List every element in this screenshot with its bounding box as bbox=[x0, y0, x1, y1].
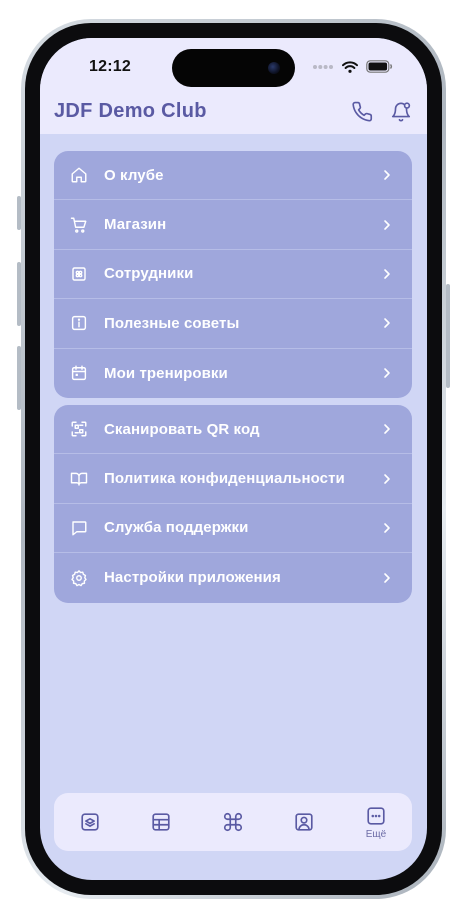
tab-profile[interactable] bbox=[284, 793, 324, 851]
volume-down-button bbox=[17, 346, 21, 410]
chevron-right-icon bbox=[384, 523, 390, 533]
menu-item-shop[interactable]: Магазин bbox=[54, 200, 412, 250]
menu-group-main: О клубе Магазин Сотрудники Полезные сове… bbox=[54, 151, 412, 398]
menu-item-workouts[interactable]: Мои тренировки bbox=[54, 349, 412, 398]
menu-item-label: Мои тренировки bbox=[104, 364, 228, 382]
staff-icon bbox=[70, 265, 88, 283]
status-icons bbox=[312, 60, 393, 73]
menu-item-label: О клубе bbox=[104, 166, 164, 184]
settings-icon bbox=[70, 569, 88, 587]
menu-item-label: Настройки приложения bbox=[104, 569, 281, 587]
camera-icon bbox=[268, 62, 280, 74]
menu-item-scan-qr[interactable]: Сканировать QR код bbox=[54, 405, 412, 455]
menu-item-label: Полезные советы bbox=[104, 314, 240, 332]
more-icon bbox=[367, 806, 385, 825]
grid-icon bbox=[152, 813, 170, 831]
chevron-right-icon bbox=[384, 219, 390, 230]
menu-item-label: Сканировать QR код bbox=[104, 420, 260, 438]
power-button bbox=[446, 284, 450, 388]
menu-item-label: Магазин bbox=[104, 216, 167, 234]
chevron-right-icon bbox=[384, 473, 390, 484]
menu-item-staff[interactable]: Сотрудники bbox=[54, 250, 412, 300]
menu-item-tips[interactable]: Полезные советы bbox=[54, 299, 412, 349]
chat-icon bbox=[70, 519, 88, 537]
qr-scan-icon bbox=[70, 420, 88, 438]
command-icon bbox=[223, 812, 243, 832]
chevron-right-icon bbox=[384, 424, 390, 434]
chevron-right-icon bbox=[384, 269, 390, 279]
home-icon bbox=[70, 166, 88, 184]
menu-item-label: Служба поддержки bbox=[104, 519, 249, 537]
volume-up-button bbox=[17, 262, 21, 326]
battery-icon bbox=[366, 60, 393, 73]
layers-icon bbox=[81, 813, 99, 831]
menu-item-label: Политика конфиденциальности bbox=[104, 470, 345, 488]
screen: 12:12 JDF Demo Club О клубе Магазин Сотр… bbox=[40, 38, 427, 880]
chevron-right-icon bbox=[384, 368, 390, 379]
tab-more[interactable]: Ещё bbox=[356, 793, 396, 851]
profile-icon bbox=[295, 813, 313, 831]
dynamic-island bbox=[172, 49, 295, 87]
menu-item-about[interactable]: О клубе bbox=[54, 151, 412, 201]
action-button bbox=[17, 196, 21, 230]
menu-group-secondary: Сканировать QR код Политика конфиденциал… bbox=[54, 405, 412, 603]
phone-icon[interactable] bbox=[350, 99, 376, 125]
chevron-right-icon bbox=[384, 573, 390, 583]
info-icon bbox=[70, 314, 88, 332]
tab-command[interactable] bbox=[213, 793, 253, 851]
app-header: JDF Demo Club bbox=[40, 100, 427, 134]
calendar-icon bbox=[70, 364, 88, 382]
book-icon bbox=[70, 470, 88, 488]
wifi-icon bbox=[342, 60, 358, 73]
menu-item-settings[interactable]: Настройки приложения bbox=[54, 553, 412, 602]
menu-item-privacy[interactable]: Политика конфиденциальности bbox=[54, 454, 412, 504]
tab-grid[interactable] bbox=[141, 793, 181, 851]
menu-item-support[interactable]: Служба поддержки bbox=[54, 504, 412, 554]
chevron-right-icon bbox=[384, 170, 390, 180]
bell-icon[interactable] bbox=[388, 99, 414, 125]
menu-item-label: Сотрудники bbox=[104, 265, 194, 283]
cart-icon bbox=[70, 216, 88, 234]
app-title: JDF Demo Club bbox=[54, 100, 207, 122]
tab-layers[interactable] bbox=[70, 793, 110, 851]
chevron-right-icon bbox=[384, 318, 390, 329]
tab-bar: Ещё bbox=[54, 793, 412, 851]
tab-more-label: Ещё bbox=[365, 828, 387, 840]
status-time: 12:12 bbox=[89, 58, 131, 75]
status-bar: 12:12 bbox=[40, 38, 427, 100]
signal-dots-icon bbox=[313, 64, 333, 69]
